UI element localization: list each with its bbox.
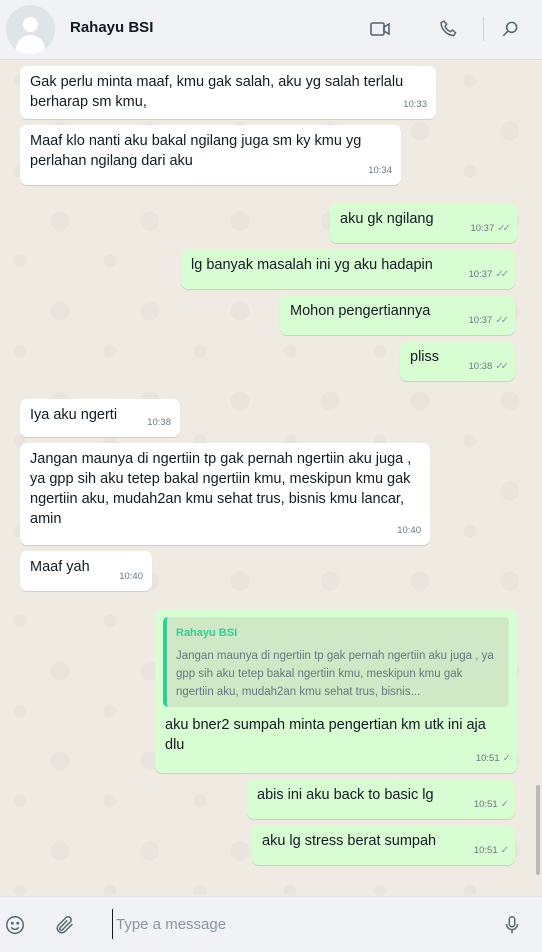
message-text: abis ini aku back to basic lg [257,787,434,803]
message-text: aku lg stress berat sumpah [262,833,437,849]
avatar[interactable] [6,5,55,54]
message-bubble-outgoing[interactable]: pliss 10:38 ✓✓ [400,341,515,381]
message-bubble-outgoing[interactable]: lg banyak masalah ini yg aku hadapin 10:… [181,249,515,289]
message-composer [0,896,542,952]
attach-icon[interactable] [53,913,77,937]
message-bubble-incoming[interactable]: Maaf yah 10:40 [20,551,152,591]
message-bubble-outgoing[interactable]: aku gk ngilang 10:37 ✓✓ [330,203,517,243]
message-bubble-incoming[interactable]: Maaf klo nanti aku bakal ngilang juga sm… [20,125,401,185]
message-time: 10:51 ✓ [474,795,510,815]
message-text: Jangan maunya di ngertiin tp gak pernah … [30,451,412,527]
quoted-text: Jangan maunya di ngertiin tp gak pernah … [176,650,494,698]
message-time: 10:51 ✓ [476,749,512,769]
message-time: 10:33 [403,99,427,110]
sent-check-icon: ✓ [500,845,510,856]
message-text: lg banyak masalah ini yg aku hadapin [191,257,433,273]
message-text: Maaf klo nanti aku bakal ngilang juga sm… [30,133,362,169]
contact-name[interactable]: Rahayu BSI [70,19,153,36]
message-input[interactable] [112,909,482,939]
quoted-author: Rahayu BSI [176,627,238,639]
message-time: 10:37 ✓✓ [470,219,511,239]
message-time: 10:37 ✓✓ [468,311,509,331]
quoted-message[interactable]: Rahayu BSI Jangan maunya di ngertiin tp … [163,617,509,707]
message-text: Gak perlu minta maaf, kmu gak salah, aku… [30,74,404,110]
message-time: 10:40 [397,525,421,536]
message-bubble-outgoing[interactable]: aku lg stress berat sumpah 10:51 ✓ [252,825,515,865]
message-bubble-outgoing-reply[interactable]: Rahayu BSI Jangan maunya di ngertiin tp … [155,609,517,773]
sent-check-icon: ✓ [500,799,510,810]
message-bubble-outgoing[interactable]: Mohon pengertiannya 10:37 ✓✓ [280,295,515,335]
video-call-icon[interactable] [367,16,393,42]
message-time: 10:51 ✓ [474,841,510,861]
message-list[interactable]: Gak perlu minta maaf, kmu gak salah, aku… [0,61,542,895]
chat-header: Rahayu BSI [0,0,542,60]
header-divider [483,17,484,41]
delivered-check-icon: ✓✓ [495,315,509,326]
message-bubble-outgoing[interactable]: abis ini aku back to basic lg 10:51 ✓ [247,779,515,819]
message-bubble-incoming[interactable]: Gak perlu minta maaf, kmu gak salah, aku… [20,66,436,119]
message-bubble-incoming[interactable]: Iya aku ngerti 10:38 [20,399,180,437]
message-time: 10:37 ✓✓ [468,265,509,285]
delivered-check-icon: ✓✓ [495,361,509,372]
message-time: 10:38 ✓✓ [468,357,509,377]
delivered-check-icon: ✓✓ [497,223,511,234]
scrollbar[interactable] [536,785,540,875]
message-time: 10:38 [147,417,171,428]
emoji-icon[interactable] [3,913,27,937]
message-time: 10:40 [119,571,143,582]
search-icon[interactable] [497,16,523,42]
sent-check-icon: ✓ [502,753,512,764]
message-bubble-incoming[interactable]: Jangan maunya di ngertiin tp gak pernah … [20,443,430,545]
message-text: aku bner2 sumpah minta pengertian km utk… [165,717,486,753]
message-time: 10:34 [368,165,392,176]
voice-call-icon[interactable] [436,16,462,42]
delivered-check-icon: ✓✓ [495,269,509,280]
microphone-icon[interactable] [500,913,524,937]
